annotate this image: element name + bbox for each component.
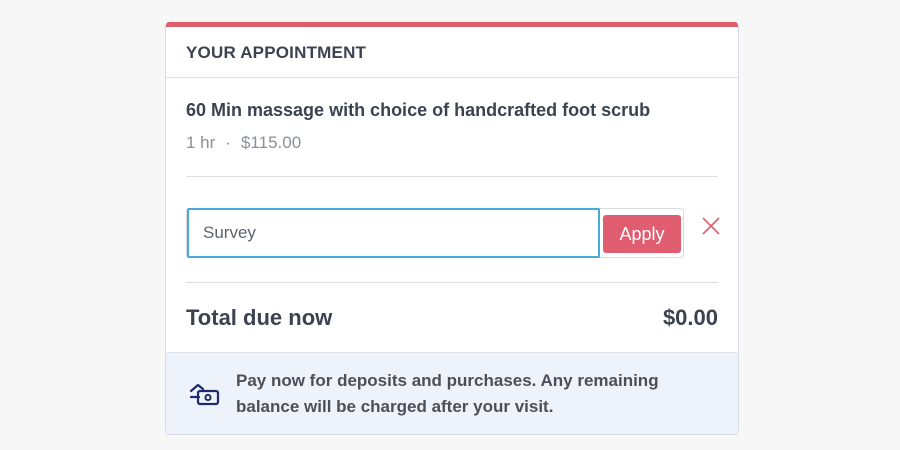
promo-section: Apply bbox=[166, 177, 738, 282]
notice-text: Pay now for deposits and purchases. Any … bbox=[236, 370, 659, 416]
promo-code-input[interactable] bbox=[187, 208, 600, 258]
payment-icon bbox=[189, 383, 220, 405]
total-row: Total due now $0.00 bbox=[166, 283, 738, 356]
close-icon[interactable] bbox=[700, 215, 722, 237]
service-name: 60 Min massage with choice of handcrafte… bbox=[186, 100, 651, 120]
total-amount: $0.00 bbox=[662, 305, 718, 330]
card-header: YOUR APPOINTMENT bbox=[166, 27, 738, 78]
meta-separator: · bbox=[225, 133, 231, 152]
payment-notice: Pay now for deposits and purchases. Any … bbox=[166, 352, 738, 434]
total-label: Total due now bbox=[186, 305, 333, 330]
service-meta: 1 hr · $115.00 bbox=[186, 133, 718, 153]
apply-button[interactable]: Apply bbox=[603, 215, 681, 253]
service-price: $115.00 bbox=[240, 133, 302, 152]
service-duration: 1 hr bbox=[186, 133, 216, 152]
appointment-card: YOUR APPOINTMENT 60 Min massage with cho… bbox=[165, 22, 739, 435]
service-details: 60 Min massage with choice of handcrafte… bbox=[166, 78, 738, 176]
